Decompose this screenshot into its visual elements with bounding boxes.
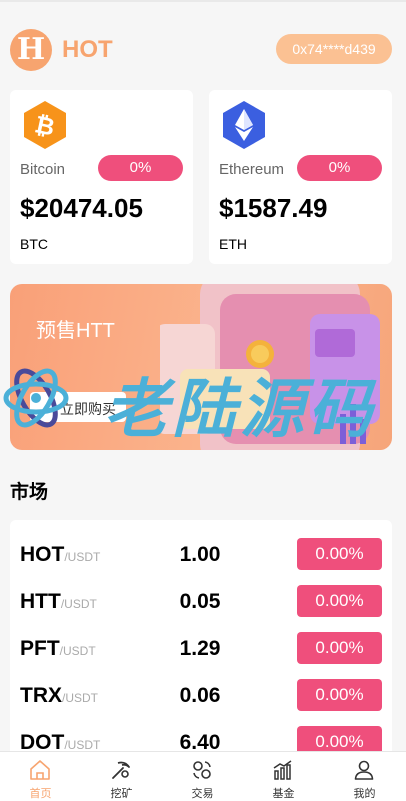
tab-trade[interactable]: 交易 [162, 752, 243, 801]
logo-icon: H [10, 29, 52, 71]
pair-base: HTT [20, 590, 61, 613]
coin-change-badge: 0% [98, 155, 183, 181]
bottom-tab-bar: 首页 挖矿 交易 基金 我的 [0, 751, 406, 801]
market-section-title: 市场 [10, 482, 49, 503]
tab-fund[interactable]: 基金 [243, 752, 324, 801]
coin-name: Bitcoin [20, 161, 66, 178]
pair-change-badge: 0.00% [297, 585, 382, 617]
pair-price: 1.00 [179, 543, 221, 566]
market-row-trx[interactable]: TRX/USDT 0.06 0.00% [10, 676, 392, 716]
pair-change-badge: 0.00% [297, 679, 382, 711]
tab-mining[interactable]: 挖矿 [81, 752, 162, 801]
fund-icon [273, 760, 292, 780]
coin-name: Ethereum [219, 161, 285, 178]
tab-label: 我的 [353, 788, 376, 800]
logo-text: HOT [62, 36, 113, 63]
pair-price: 1.29 [179, 637, 221, 660]
coin-change-badge: 0% [297, 155, 382, 181]
wallet-address-button[interactable]: 0x74****d439 [276, 34, 392, 64]
pair-quote: /USDT [64, 738, 101, 752]
market-list: HOT/USDT 1.00 0.00% HTT/USDT 0.05 0.00% … [10, 520, 392, 760]
market-row-hot[interactable]: HOT/USDT 1.00 0.00% [10, 535, 392, 575]
buy-now-label: 立即购买 [60, 401, 116, 417]
tab-profile[interactable]: 我的 [324, 752, 405, 801]
home-icon [30, 760, 50, 780]
header: H HOT 0x74****d439 [0, 2, 406, 84]
market-row-pft[interactable]: PFT/USDT 1.29 0.00% [10, 629, 392, 669]
tab-label: 交易 [191, 788, 214, 800]
pair-quote: /USDT [64, 550, 101, 564]
pair-quote: /USDT [59, 644, 96, 658]
pair-price: 0.05 [179, 590, 221, 613]
tab-label: 首页 [29, 788, 52, 800]
pair-quote: /USDT [60, 597, 97, 611]
profile-icon [354, 760, 374, 780]
pair-base: PFT [20, 637, 60, 660]
tab-label: 挖矿 [110, 788, 133, 800]
banner-illustration [160, 284, 380, 450]
market-row-htt[interactable]: HTT/USDT 0.05 0.00% [10, 582, 392, 622]
tab-home[interactable]: 首页 [0, 752, 81, 801]
presale-banner[interactable]: 预售HTT 立即购买 [10, 284, 392, 450]
coin-symbol: BTC [20, 236, 48, 252]
buy-now-button[interactable]: 立即购买 [30, 392, 126, 422]
mining-icon [112, 761, 130, 779]
coin-card-ethereum[interactable]: Ethereum 0% $1587.49 ETH [209, 90, 392, 264]
pair-quote: /USDT [62, 691, 98, 705]
coin-price: $1587.49 [219, 193, 328, 223]
pair-price: 0.06 [179, 684, 221, 707]
pair-change-badge: 0.00% [297, 632, 382, 664]
coin-card-bitcoin[interactable]: ₿ Bitcoin 0% $20474.05 BTC [10, 90, 193, 264]
bitcoin-icon: ₿ [24, 101, 66, 149]
tab-label: 基金 [272, 788, 295, 800]
trade-icon [193, 761, 211, 779]
pair-base: TRX [20, 684, 62, 707]
logo-letter: H [16, 32, 46, 67]
coin-price: $20474.05 [20, 193, 143, 223]
pair-change-badge: 0.00% [297, 538, 382, 570]
ethereum-icon [223, 101, 265, 149]
coin-symbol: ETH [219, 236, 247, 252]
banner-title: 预售HTT [36, 320, 115, 342]
pair-base: HOT [20, 543, 65, 566]
